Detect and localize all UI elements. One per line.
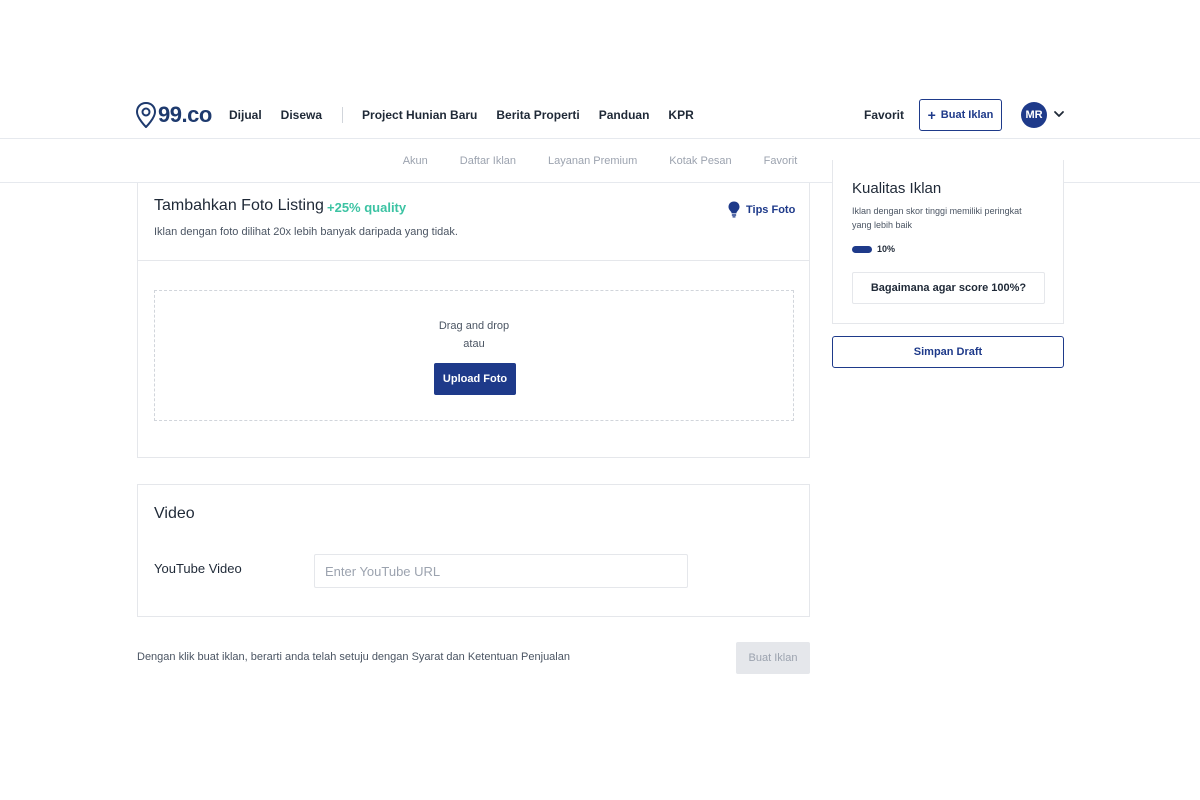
location-pin-logo-icon (136, 102, 156, 128)
quality-description: Iklan dengan skor tinggi memiliki pering… (852, 206, 1022, 230)
nav-berita-properti[interactable]: Berita Properti (496, 108, 579, 122)
how-to-score-button[interactable]: Bagaimana agar score 100%? (852, 272, 1045, 304)
terms-link[interactable]: Syarat dan Ketentuan Penjualan (412, 651, 570, 663)
nav-kpr[interactable]: KPR (668, 108, 693, 122)
ad-quality-card: Kualitas Iklan Iklan dengan skor tinggi … (832, 160, 1064, 324)
tips-foto-link[interactable]: Tips Foto (728, 201, 795, 218)
video-section-title: Video (154, 505, 195, 522)
subnav-favorit[interactable]: Favorit (764, 155, 798, 167)
chevron-down-icon[interactable] (1053, 108, 1065, 120)
terms-prefix: Dengan klik buat iklan, berarti anda tel… (137, 651, 412, 663)
quality-badge: +25% quality (327, 200, 407, 215)
nav-dijual[interactable]: Dijual (229, 108, 262, 122)
nav-divider (342, 107, 344, 123)
logo[interactable]: 99.co (136, 102, 212, 128)
drag-drop-text: Drag and drop (438, 320, 510, 332)
quality-progress-bar (852, 246, 872, 253)
lightbulb-icon (728, 201, 740, 218)
photo-section-subtitle: Iklan dengan foto dilihat 20x lebih bany… (154, 226, 458, 238)
youtube-url-input[interactable] (314, 554, 688, 588)
upload-photo-button[interactable]: Upload Foto (434, 363, 516, 395)
top-header: 99.co Dijual Disewa Project Hunian Baru … (0, 92, 1200, 139)
subnav-akun[interactable]: Akun (403, 155, 428, 167)
video-card: Video YouTube Video (137, 484, 810, 617)
plus-icon: + (927, 107, 936, 123)
nav-disewa[interactable]: Disewa (281, 108, 322, 122)
photo-section-title: Tambahkan Foto Listing (154, 197, 324, 214)
create-ad-button[interactable]: + Buat Iklan (919, 99, 1002, 131)
photo-dropzone[interactable]: Drag and drop atau Upload Foto (154, 290, 794, 421)
subnav-layanan-premium[interactable]: Layanan Premium (548, 155, 637, 167)
nav-project-hunian-baru[interactable]: Project Hunian Baru (362, 108, 477, 122)
nav-panduan[interactable]: Panduan (599, 108, 650, 122)
quality-title: Kualitas Iklan (852, 180, 942, 197)
logo-text: 99.co (158, 102, 212, 127)
page: 99.co Dijual Disewa Project Hunian Baru … (0, 0, 1200, 800)
tips-foto-label: Tips Foto (746, 203, 796, 216)
terms-text: Dengan klik buat iklan, berarti anda tel… (137, 651, 570, 663)
quality-percent: 10% (877, 244, 896, 254)
photo-card-header: Tambahkan Foto Listing +25% quality Ikla… (138, 183, 809, 261)
avatar[interactable]: MR (1021, 102, 1047, 128)
create-ad-label: Buat Iklan (940, 109, 994, 121)
header-favorit-link[interactable]: Favorit (864, 108, 904, 122)
subnav-kotak-pesan[interactable]: Kotak Pesan (669, 155, 731, 167)
submit-ad-button[interactable]: Buat Iklan (736, 642, 810, 674)
photo-listing-card: Tambahkan Foto Listing +25% quality Ikla… (137, 183, 810, 458)
save-draft-button[interactable]: Simpan Draft (832, 336, 1064, 368)
subnav-daftar-iklan[interactable]: Daftar Iklan (460, 155, 516, 167)
youtube-video-label: YouTube Video (154, 561, 242, 576)
primary-nav: Dijual Disewa Project Hunian Baru Berita… (229, 92, 713, 138)
or-text: atau (463, 338, 485, 350)
